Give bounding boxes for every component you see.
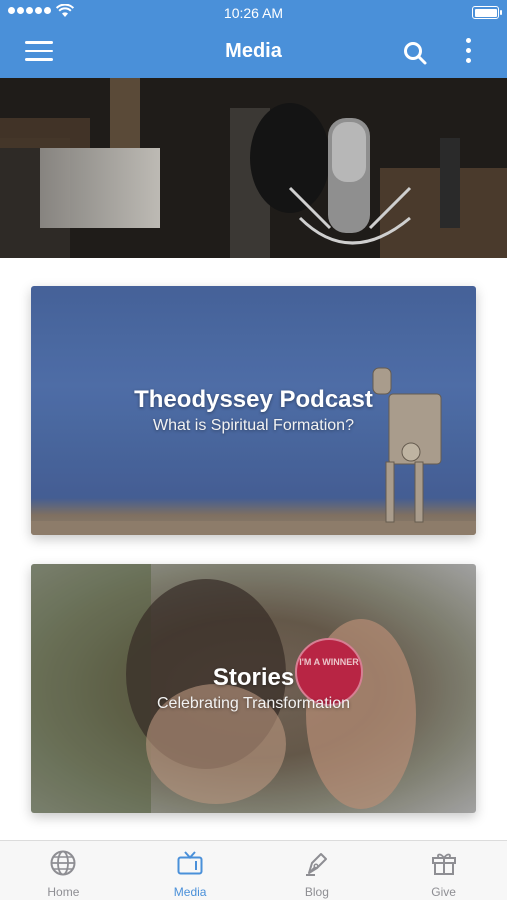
tab-bar: Home Media Blog Give bbox=[0, 840, 507, 900]
nav-bar: Media bbox=[0, 26, 507, 78]
stories-card-subtitle: Celebrating Transformation bbox=[157, 695, 350, 712]
tv-icon bbox=[177, 851, 203, 875]
stories-card-title: Stories bbox=[212, 664, 295, 691]
stories-card[interactable]: I'M A WINNER Stories Celebrating Transfo… bbox=[31, 564, 476, 813]
tab-media[interactable]: Media bbox=[127, 841, 254, 900]
battery-icon bbox=[472, 6, 502, 19]
podcast-card-subtitle: What is Spiritual Formation? bbox=[153, 417, 354, 434]
tab-media-label: Media bbox=[173, 885, 207, 899]
tab-home[interactable]: Home bbox=[0, 841, 127, 900]
pen-icon bbox=[305, 853, 327, 876]
gift-icon bbox=[431, 853, 456, 875]
hamburger-menu-icon[interactable] bbox=[25, 41, 53, 63]
hero-image bbox=[0, 78, 507, 258]
tab-give[interactable]: Give bbox=[380, 841, 507, 900]
more-options-icon[interactable] bbox=[458, 38, 478, 66]
tab-blog-label: Blog bbox=[304, 885, 329, 899]
search-icon[interactable] bbox=[402, 40, 428, 66]
tab-home-label: Home bbox=[47, 885, 80, 899]
tab-give-label: Give bbox=[431, 885, 456, 899]
status-bar: 10:26 AM bbox=[0, 0, 507, 26]
podcast-card-title: Theodyssey Podcast bbox=[134, 386, 373, 413]
status-time: 10:26 AM bbox=[223, 5, 284, 21]
globe-icon bbox=[50, 850, 76, 876]
tab-blog[interactable]: Blog bbox=[254, 841, 381, 900]
podcast-card[interactable]: Theodyssey Podcast What is Spiritual For… bbox=[31, 286, 476, 535]
page-title: Media bbox=[225, 40, 282, 62]
microphone-illustration bbox=[0, 78, 507, 258]
